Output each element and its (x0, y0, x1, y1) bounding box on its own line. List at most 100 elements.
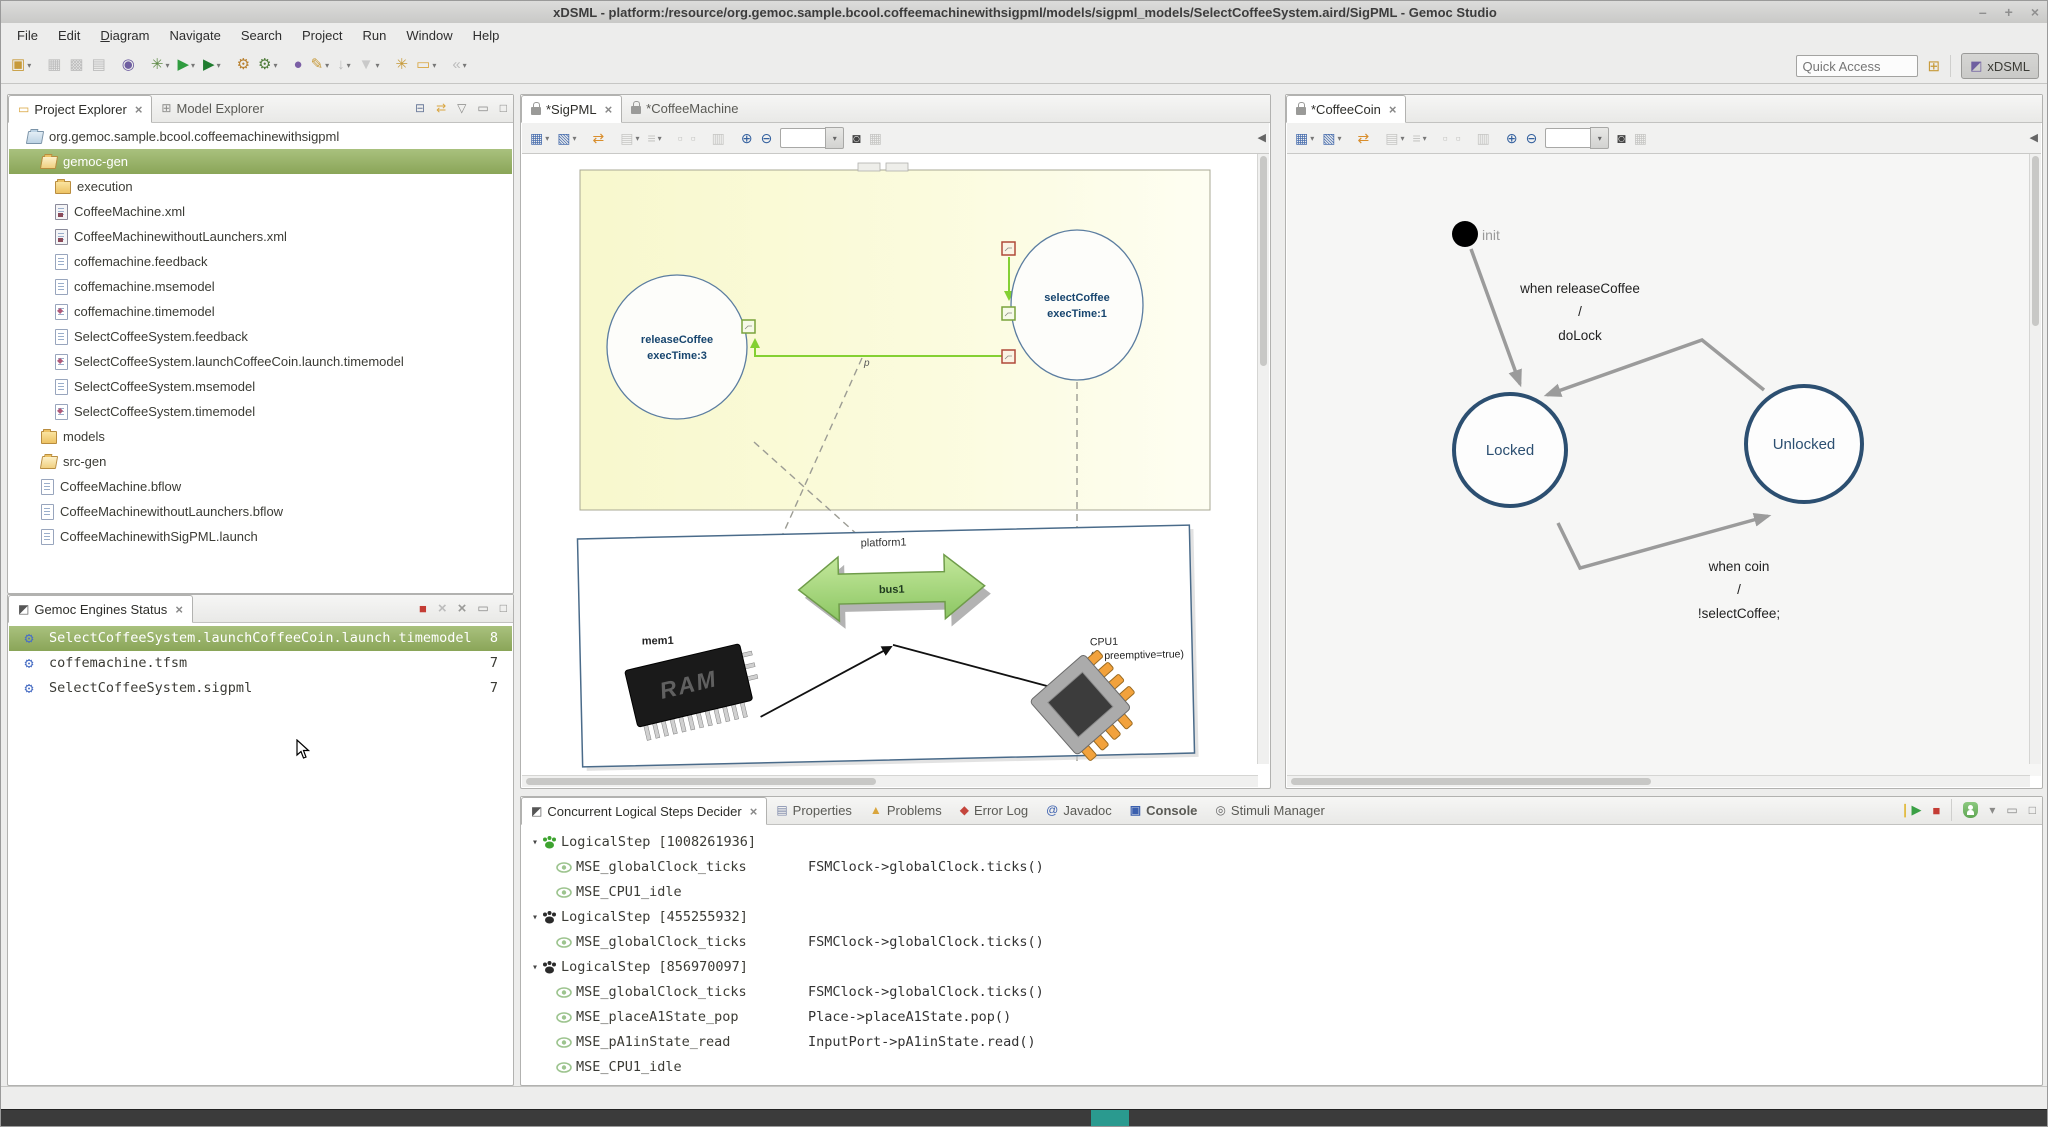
diagram-toolbar-button[interactable]: ▫ ▾ (1453, 127, 1464, 149)
dispose-engine-icon[interactable]: × (438, 600, 447, 617)
logical-step-row[interactable]: MSE_globalClock_ticks FSMClock->globalCl… (522, 930, 2041, 955)
logical-step-row[interactable]: MSE_CPU1_idle (522, 1055, 2041, 1080)
title-bar[interactable]: xDSML - platform:/resource/org.gemoc.sam… (1, 1, 2048, 24)
close-icon[interactable]: × (750, 804, 758, 819)
toolbar-button[interactable]: ▦ ▾ (44, 52, 64, 78)
view-menu-icon[interactable]: ▽ (457, 101, 466, 115)
tree-row[interactable]: SelectCoffeeSystem.timemodel (9, 399, 512, 424)
collapse-palette-icon[interactable]: ◀ (2030, 131, 2038, 144)
view-tab[interactable]: ▤ Properties × (767, 797, 861, 823)
diagram-toolbar-button[interactable]: ▦ ▾ (1292, 127, 1317, 149)
tree-row[interactable]: src-gen (9, 449, 512, 474)
toolbar-button[interactable]: ↓ ▾ (334, 52, 354, 78)
tree-row[interactable]: CoffeeMachinewithoutLaunchers.bflow (9, 499, 512, 524)
menu-item[interactable]: Diagram (90, 26, 159, 45)
diagram-toolbar-button[interactable]: ▾ (701, 127, 707, 149)
toolbar-button[interactable]: ▣ ▾ (8, 52, 34, 78)
shield-icon[interactable] (1963, 802, 1978, 818)
actor-selectcoffee[interactable]: selectCoffee execTime:1 (1011, 230, 1143, 380)
close-icon[interactable]: × (1389, 102, 1397, 117)
diagram-toolbar-button[interactable]: ▾ (1374, 127, 1380, 149)
step-forward-icon[interactable] (1900, 802, 1922, 818)
toolbar-button[interactable]: ▾ (385, 52, 391, 78)
logical-step-row[interactable]: MSE_pA1inState_read InputPort->pA1inStat… (522, 1030, 2041, 1055)
coffeecoin-canvas[interactable]: init when releaseCoffee / doLock Locked … (1287, 154, 2041, 776)
menu-item[interactable]: Search (231, 26, 292, 45)
tree-row[interactable]: execution (9, 174, 512, 199)
coffeecoin-vertical-scrollbar[interactable] (2029, 154, 2041, 764)
platform-container[interactable]: platform1 bus1 mem1 CPU1 (is preemptive=… (577, 525, 1198, 776)
diagram-toolbar-button[interactable]: ≡ ▾ (644, 127, 664, 149)
diagram-toolbar-button[interactable]: ⊖ ▾ (758, 127, 776, 149)
minimize-view-icon[interactable]: ▭ (477, 101, 488, 115)
diagram-toolbar-button[interactable]: ▫ ▾ (688, 127, 699, 149)
zoom-level-combo[interactable]: ▾ (1545, 127, 1609, 149)
diagram-toolbar-button[interactable]: ▫ ▾ (675, 127, 686, 149)
sigpml-horizontal-scrollbar[interactable] (522, 775, 1258, 787)
menu-item[interactable]: File (7, 26, 48, 45)
view-tab[interactable]: ▭ Project Explorer × (8, 95, 152, 123)
actor-releasecoffee[interactable]: releaseCoffee execTime:3 (607, 275, 747, 419)
collapse-palette-icon[interactable]: ◀ (1258, 131, 1266, 144)
editor-tab[interactable]: *CoffeeMachine × (622, 95, 747, 121)
diagram-toolbar-button[interactable]: ▾ (1347, 127, 1353, 149)
toolbar-button[interactable]: ⚙ ▾ (255, 52, 280, 78)
toolbar-button[interactable]: ✳ ▾ (393, 52, 412, 78)
tree-row[interactable]: SelectCoffeeSystem.feedback (9, 324, 512, 349)
menu-item[interactable]: Window (396, 26, 462, 45)
chevron-down-icon[interactable]: ▾ (1590, 127, 1609, 149)
desktop-taskbar[interactable] (1, 1109, 2048, 1127)
toolbar-button[interactable]: ▾ (226, 52, 232, 78)
toolbar-button[interactable]: « ▾ (449, 52, 469, 78)
view-tab[interactable]: ▣ Console × (1121, 797, 1207, 823)
diagram-toolbar-button[interactable]: ⇄ ▾ (590, 127, 608, 149)
tree-row[interactable]: CoffeeMachine.xml (9, 199, 512, 224)
menu-item[interactable]: Project (292, 26, 352, 45)
tree-row[interactable]: SelectCoffeeSystem.msemodel (9, 374, 512, 399)
toolbar-button[interactable]: ▭ ▾ (413, 52, 439, 78)
link-with-editor-icon[interactable]: ⇄ (436, 101, 446, 115)
output-port[interactable] (1002, 350, 1015, 363)
diagram-toolbar-button[interactable]: ▾ (609, 127, 615, 149)
toolbar-button[interactable]: ▤ ▾ (89, 52, 109, 78)
dispose-all-engines-icon[interactable]: × (458, 600, 467, 617)
sigpml-vertical-scrollbar[interactable] (1257, 154, 1269, 764)
maximize-view-icon[interactable]: □ (2029, 803, 2036, 817)
tree-row[interactable]: CoffeeMachinewithoutLaunchers.xml (9, 224, 512, 249)
view-tab[interactable]: ◩ Concurrent Logical Steps Decider × (521, 797, 767, 825)
toolbar-button[interactable]: ▶ ▾ (200, 52, 224, 78)
toolbar-button[interactable]: ⚙ ▾ (234, 52, 253, 78)
toolbar-button[interactable]: ✎ ▾ (308, 52, 333, 78)
diagram-toolbar-button[interactable]: ▦ (866, 127, 885, 149)
sigpml-canvas[interactable]: p releaseCoffee execTime:3 selectCoffee … (522, 154, 1269, 776)
menu-item[interactable]: Help (463, 26, 510, 45)
diagram-toolbar-button[interactable]: ◙ (1614, 127, 1628, 149)
diagram-toolbar-button[interactable]: ⊕ ▾ (1503, 127, 1521, 149)
diagram-toolbar-button[interactable]: ◙ (849, 127, 863, 149)
toolbar-button[interactable]: ▾ (441, 52, 447, 78)
input-port[interactable] (1002, 307, 1015, 320)
tree-expander-icon[interactable] (528, 905, 542, 930)
diagram-toolbar-button[interactable]: ⇄ ▾ (1355, 127, 1373, 149)
logical-step-row[interactable]: LogicalStep [856970097] (522, 955, 2041, 980)
diagram-toolbar-button[interactable]: ▾ (1432, 127, 1438, 149)
state-unlocked[interactable]: Unlocked (1746, 386, 1862, 502)
logical-step-row[interactable]: MSE_globalClock_ticks FSMClock->globalCl… (522, 855, 2041, 880)
logical-step-row[interactable]: LogicalStep [1008261936] (522, 830, 2041, 855)
toolbar-button[interactable]: ▾ (140, 52, 146, 78)
diagram-toolbar-button[interactable]: ▤ ▾ (617, 127, 642, 149)
menu-item[interactable]: Edit (48, 26, 90, 45)
close-icon[interactable]: × (175, 602, 183, 617)
tree-row[interactable]: coffemachine.msemodel (9, 274, 512, 299)
chevron-down-icon[interactable]: ▾ (825, 127, 844, 149)
editor-tab[interactable]: *SigPML × (521, 95, 622, 123)
logical-step-row[interactable]: MSE_CPU1_idle (522, 880, 2041, 905)
diagram-toolbar-button[interactable]: ▫ ▾ (1440, 127, 1451, 149)
diagram-toolbar-button[interactable]: ▾ (730, 127, 736, 149)
maximize-view-icon[interactable]: □ (500, 101, 507, 115)
tree-row[interactable]: org.gemoc.sample.bcool.coffeemachinewith… (9, 124, 512, 149)
diagram-toolbar-button[interactable]: ▦ (1631, 127, 1650, 149)
stop-icon[interactable]: ■ (1933, 803, 1941, 818)
tree-row[interactable]: SelectCoffeeSystem.launchCoffeeCoin.laun… (9, 349, 512, 374)
editor-tab[interactable]: *CoffeeCoin × (1286, 95, 1406, 123)
